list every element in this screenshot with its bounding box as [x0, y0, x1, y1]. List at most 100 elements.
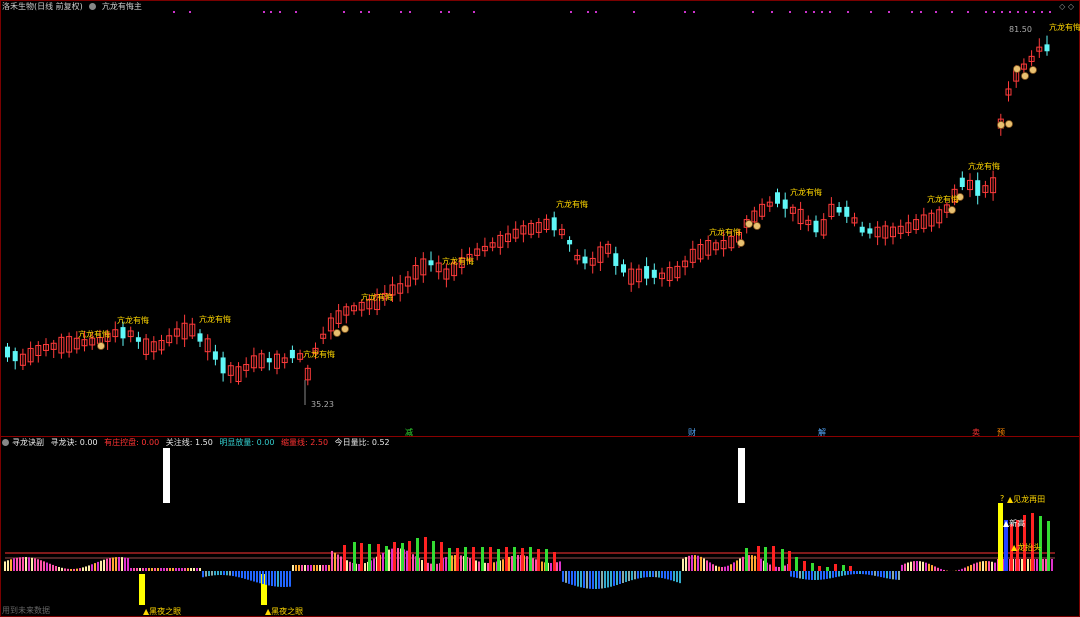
volume-bar: [724, 566, 726, 571]
volume-bar: [13, 558, 15, 571]
volume-bar: [592, 571, 594, 589]
volume-bar: [964, 567, 966, 571]
volume-bar: [1021, 559, 1023, 571]
volume-bar: [667, 571, 669, 580]
volume-bar: [436, 563, 438, 571]
volume-bar: [550, 562, 552, 571]
volume-bar: [1042, 559, 1044, 571]
signal-volume-bar: [788, 551, 791, 571]
volume-bar: [304, 565, 306, 571]
volume-bar: [865, 571, 867, 575]
signal-volume-bar: [834, 564, 837, 571]
signal-volume-bar: [745, 548, 748, 571]
signal-volume-bar: [757, 546, 760, 571]
volume-bar: [688, 555, 690, 571]
white-marker: [163, 448, 170, 503]
see-dragon-bar: [998, 503, 1003, 571]
volume-bar: [580, 571, 582, 588]
signal-volume-bar: [489, 547, 492, 571]
volume-bar: [133, 568, 135, 571]
volume-bar: [889, 571, 891, 579]
volume-bar: [532, 558, 534, 571]
volume-bar: [124, 557, 126, 571]
volume-bar: [652, 571, 654, 578]
volume-bar: [319, 565, 321, 571]
volume-bar: [916, 561, 918, 571]
volume-bar: [427, 562, 429, 571]
volume-bar: [112, 557, 114, 571]
volume-bar: [970, 564, 972, 571]
signal-volume-bar: [353, 542, 356, 571]
volume-bar: [460, 555, 462, 571]
volume-bar: [877, 571, 879, 577]
volume-bar: [298, 565, 300, 571]
volume-bar: [22, 557, 24, 571]
volume-bar: [817, 571, 819, 580]
volume-bar: [130, 568, 132, 571]
volume-bar: [397, 548, 399, 571]
signal-volume-bar: [385, 546, 388, 571]
volume-bar: [805, 571, 807, 580]
signal-volume-bar: [826, 567, 829, 571]
signal-volume-bar: [795, 557, 798, 571]
volume-bar: [469, 558, 471, 571]
signal-volume-bar: [360, 543, 363, 571]
volume-bar: [625, 571, 627, 583]
signal-volume-bar: [368, 544, 371, 571]
volume-bar: [430, 563, 432, 571]
indicator-chart[interactable]: [0, 0, 1080, 617]
volume-bar: [751, 555, 753, 571]
volume-bar: [154, 568, 156, 571]
volume-bar: [199, 568, 201, 571]
volume-bar: [232, 571, 234, 577]
volume-bar: [445, 557, 447, 571]
volume-bar: [934, 566, 936, 571]
volume-bar: [73, 568, 75, 571]
volume-bar: [91, 564, 93, 571]
volume-bar: [799, 571, 801, 579]
volume-bar: [67, 568, 69, 571]
volume-bar: [478, 561, 480, 571]
volume-bar: [196, 568, 198, 571]
volume-bar: [511, 556, 513, 571]
volume-bar: [931, 565, 933, 571]
volume-bar: [616, 571, 618, 585]
volume-bar: [829, 571, 831, 579]
volume-bar: [967, 566, 969, 571]
volume-bar: [358, 563, 360, 571]
question-mark: ?: [1000, 494, 1005, 503]
new-high-label: ▲新高: [1003, 519, 1026, 528]
volume-bar: [157, 568, 159, 571]
volume-bar: [169, 568, 171, 571]
volume-bar: [928, 563, 930, 571]
volume-bar: [40, 560, 42, 571]
volume-bar: [451, 555, 453, 571]
volume-bar: [841, 571, 843, 576]
signal-volume-bar: [553, 552, 556, 571]
volume-bar: [193, 568, 195, 571]
volume-bar: [382, 552, 384, 571]
volume-bar: [769, 564, 771, 571]
volume-bar: [136, 568, 138, 571]
volume-bar: [295, 565, 297, 571]
volume-bar: [259, 571, 261, 584]
volume-bar: [508, 556, 510, 571]
volume-bar: [349, 561, 351, 571]
volume-bar: [685, 557, 687, 571]
volume-bar: [913, 561, 915, 571]
volume-bar: [706, 560, 708, 571]
volume-bar: [286, 571, 288, 587]
volume-bar: [223, 571, 225, 576]
volume-bar: [697, 555, 699, 571]
volume-bar: [37, 559, 39, 571]
volume-bar: [562, 571, 564, 582]
volume-bar: [880, 571, 882, 578]
volume-bar: [322, 565, 324, 571]
volume-bar: [598, 571, 600, 589]
volume-bar: [292, 565, 294, 571]
volume-bar: [778, 566, 780, 571]
volume-bar: [856, 571, 858, 575]
volume-bar: [160, 568, 162, 571]
signal-volume-bar: [377, 544, 380, 571]
volume-bar: [211, 571, 213, 576]
